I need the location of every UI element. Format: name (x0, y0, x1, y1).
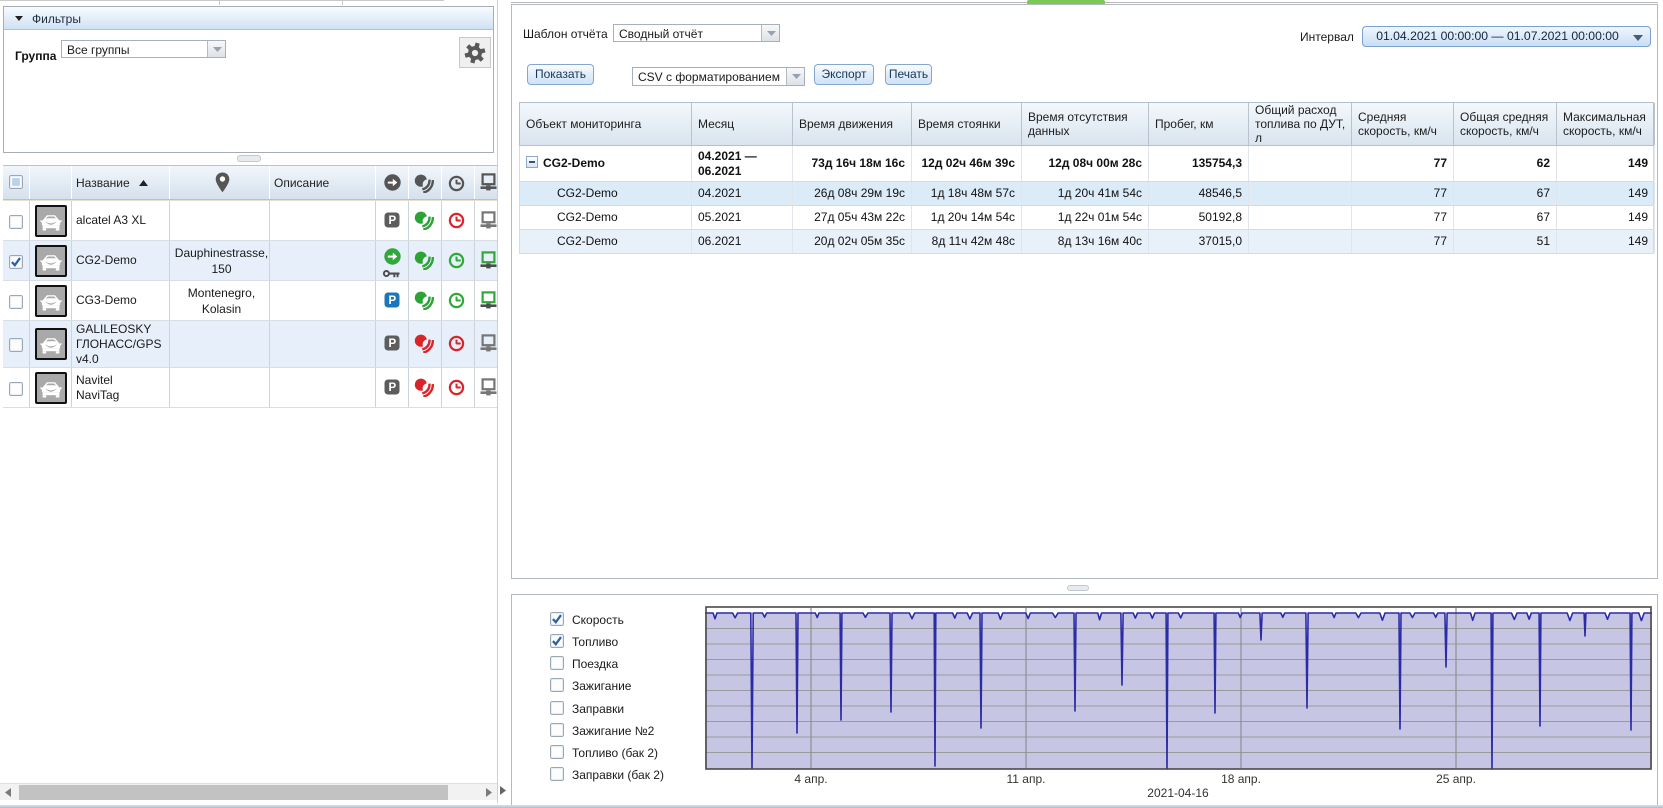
svg-text:25 апр.: 25 апр. (1436, 772, 1476, 786)
svg-text:P: P (388, 382, 396, 394)
svg-text:P: P (388, 338, 396, 350)
svg-text:18 апр.: 18 апр. (1221, 772, 1261, 786)
svg-text:4 апр.: 4 апр. (794, 772, 827, 786)
svg-text:11 апр.: 11 апр. (1007, 772, 1046, 786)
svg-text:2021-04-16: 2021-04-16 (1147, 786, 1209, 800)
svg-text:P: P (388, 215, 396, 227)
svg-text:P: P (388, 295, 396, 307)
